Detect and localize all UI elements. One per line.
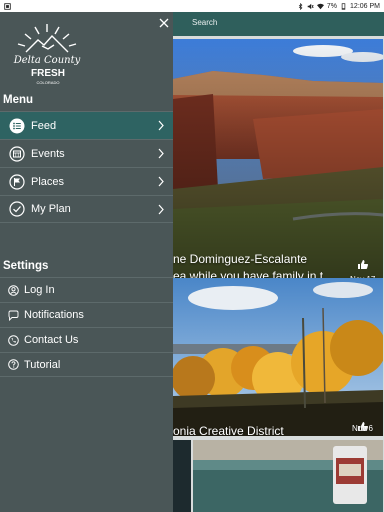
settings-item-notifications[interactable]: Notifications: [0, 302, 173, 327]
chat-bubble-icon: [8, 310, 19, 321]
calendar-icon: [9, 145, 25, 162]
card-title: ne Dominguez-Escalante: [173, 252, 308, 266]
chevron-right-icon: [158, 148, 164, 159]
card-title: onia Creative District: [173, 424, 284, 436]
flag-icon: [9, 173, 25, 190]
menu-item-events[interactable]: Events: [0, 139, 173, 167]
menu-item-label: Feed: [31, 119, 57, 132]
settings-item-label: Notifications: [24, 309, 84, 321]
menu-item-my-plan[interactable]: My Plan: [0, 195, 173, 223]
status-bar: 7% 12:06 PM: [0, 0, 384, 12]
search-label[interactable]: Search: [192, 18, 217, 27]
mute-icon: [307, 3, 314, 9]
settings-item-label: Tutorial: [24, 358, 61, 371]
logo-line1: Delta County: [13, 55, 81, 66]
thumbs-up-icon[interactable]: [358, 260, 368, 269]
clock: 12:06 PM: [350, 2, 380, 10]
menu-item-places[interactable]: Places: [0, 167, 173, 195]
screenshot-notification-icon: [4, 2, 11, 10]
aspen-photo: [173, 278, 383, 436]
menu-item-label: My Plan: [31, 203, 71, 215]
list-icon: [9, 118, 25, 133]
settings-item-label: Log In: [24, 284, 55, 296]
feed-card[interactable]: ne Dominguez-Escalante ea while you have…: [173, 39, 383, 285]
card-date: Nov 6: [352, 424, 373, 433]
chevron-right-icon: [158, 120, 164, 131]
battery-icon: [341, 2, 346, 10]
feed-card[interactable]: onia Creative District: [173, 278, 383, 436]
bluetooth-icon: [298, 2, 303, 10]
chevron-right-icon: [158, 204, 164, 215]
phone-icon: [8, 334, 19, 346]
settings-item-label: Contact Us: [24, 334, 79, 346]
battery-percent: 7%: [326, 2, 338, 10]
menu-item-label: Events: [31, 147, 65, 160]
close-icon[interactable]: [158, 17, 170, 29]
wifi-icon: [316, 3, 324, 9]
feed-card-partial[interactable]: [173, 440, 191, 512]
settings-item-contact-us[interactable]: Contact Us: [0, 327, 173, 352]
chevron-right-icon: [158, 176, 164, 187]
help-icon: [8, 359, 19, 370]
canyon-photo: [173, 39, 383, 285]
feed-card[interactable]: [193, 440, 383, 512]
settings-item-log-in[interactable]: Log In: [0, 277, 173, 302]
navigation-drawer: Delta County FRESH COLORADO Menu Feed Ev…: [0, 12, 173, 512]
logo-line3: COLORADO: [37, 80, 60, 85]
logo-line2: FRESH: [31, 68, 65, 79]
login-icon: [8, 284, 19, 296]
settings-item-tutorial[interactable]: Tutorial: [0, 352, 173, 377]
storefront-photo: [193, 440, 383, 512]
check-circle-icon: [9, 201, 25, 217]
settings-section-title: Settings: [3, 260, 49, 272]
menu-section-title: Menu: [3, 94, 34, 106]
menu-item-label: Places: [31, 175, 65, 188]
menu-item-feed[interactable]: Feed: [0, 111, 173, 139]
delta-county-fresh-logo: Delta County FRESH COLORADO: [13, 24, 81, 85]
